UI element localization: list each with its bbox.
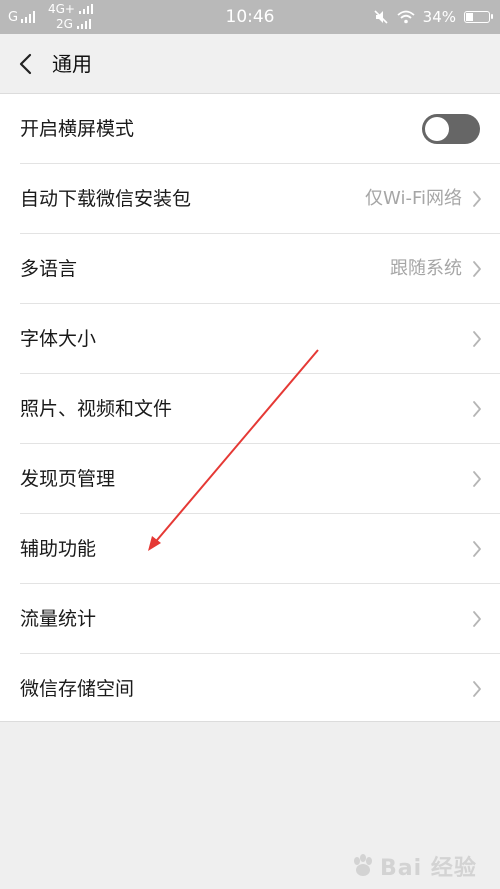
watermark-text: Bai 经验 xyxy=(380,856,477,881)
annotation-arrow xyxy=(148,349,319,551)
watermark: Bai 经验 xyxy=(350,851,480,881)
paw-logo-icon xyxy=(354,854,372,876)
